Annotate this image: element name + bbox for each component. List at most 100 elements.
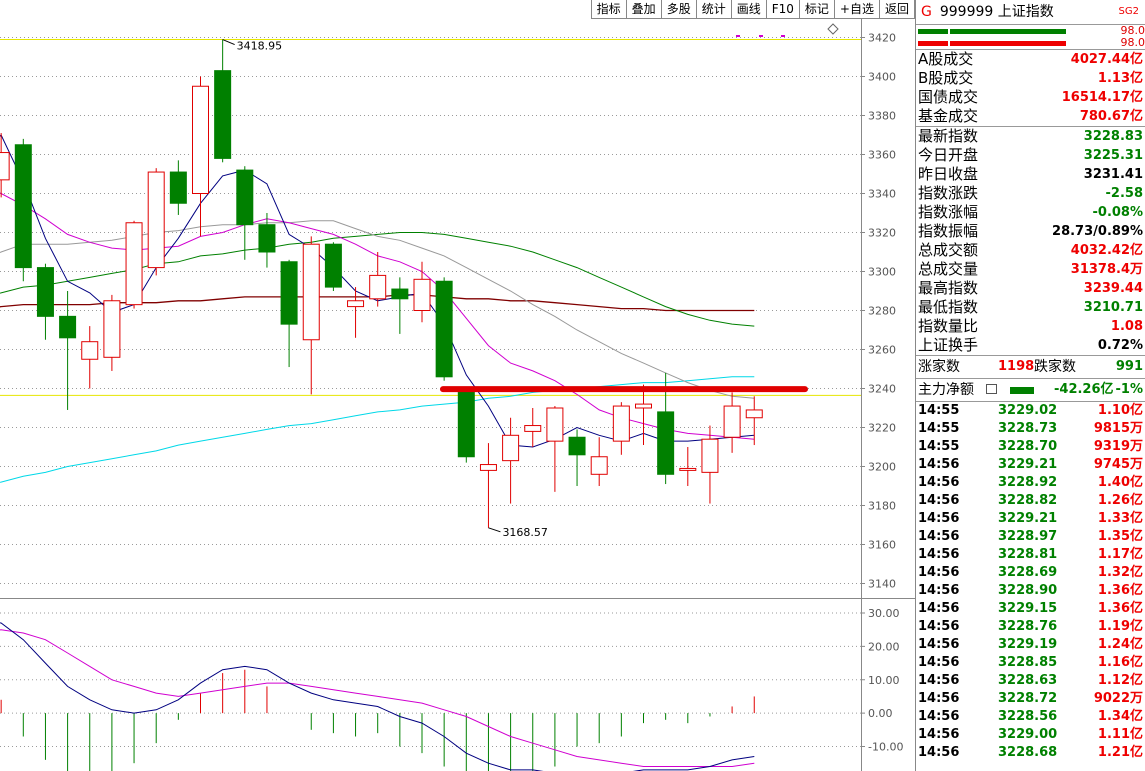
tick-volume: 1.35亿 <box>1097 529 1143 544</box>
stat-row: 指数涨跌 -2.58 <box>916 184 1145 203</box>
volume-label: B股成交 <box>918 69 974 87</box>
tick-row: 14:56 3228.72 9022万 <box>916 690 1145 708</box>
stat-value: 4032.42亿 <box>1070 243 1143 258</box>
tick-price: 3228.70 <box>998 439 1058 454</box>
stat-row: 总成交额 4032.42亿 <box>916 241 1145 260</box>
main-flow-label: 主力净额 <box>918 382 974 398</box>
candle-body <box>14 144 32 269</box>
toolbar-overlay-button[interactable]: 叠加 <box>627 0 662 18</box>
stat-row: 最低指数 3210.71 <box>916 298 1145 317</box>
index-title: 999999 上证指数 <box>939 4 1054 20</box>
toolbar-draw-button[interactable]: 画线 <box>732 0 767 18</box>
tick-time: 14:56 <box>918 709 960 724</box>
stat-label: 上证换手 <box>918 336 979 354</box>
tick-row: 14:56 3228.81 1.17亿 <box>916 546 1145 564</box>
y-tick-label: 3260 <box>868 344 896 357</box>
volume-label: A股成交 <box>918 50 974 68</box>
ratio-bar-2: 98.0 <box>916 37 1145 49</box>
advance-label: 涨家数 <box>918 359 960 375</box>
indicator-dea-line <box>0 629 755 767</box>
kline-chart-area[interactable]: 3420 3400 3380 3360 3340 3320 3300 3280 3260 3240… <box>0 0 915 771</box>
tick-volume: 1.24亿 <box>1097 637 1143 652</box>
candle-body <box>679 467 697 471</box>
candle-body <box>258 224 276 253</box>
sg-badge: SG2 <box>1118 6 1139 17</box>
tick-row: 14:56 3229.19 1.24亿 <box>916 636 1145 654</box>
y-tick-label: 3300 <box>868 266 896 279</box>
tick-time: 14:56 <box>918 511 960 526</box>
main-flow-value: -42.26亿 <box>1054 382 1114 397</box>
low-annotation-arrow <box>488 527 501 533</box>
kline-chart[interactable]: 3420 3400 3380 3360 3340 3320 3300 3280 3260 3240… <box>0 0 915 771</box>
candle-body <box>590 456 608 475</box>
ratio-bar-2-seg-b <box>950 41 1066 46</box>
volume-row: A股成交 4027.44亿 <box>916 50 1145 69</box>
toolbar-indicator-button[interactable]: 指标 <box>592 0 627 18</box>
tick-row: 14:56 3229.15 1.36亿 <box>916 600 1145 618</box>
candle-body <box>192 85 209 194</box>
indicator-tick-label: 0.00 <box>868 707 893 720</box>
low-label: 3168.57 <box>502 526 548 539</box>
candle-body <box>369 274 387 300</box>
tick-price: 3229.15 <box>998 601 1058 616</box>
stat-label: 指数振幅 <box>918 222 979 240</box>
advance-decline: 涨家数 1198 跌家数 991 <box>916 355 1145 379</box>
tick-time: 14:55 <box>918 439 960 454</box>
tick-row: 14:56 3229.00 1.11亿 <box>916 726 1145 744</box>
y-tick-label: 3420 <box>868 32 896 45</box>
volume-value: 1.13亿 <box>1097 71 1143 86</box>
candle-body <box>457 389 475 458</box>
ratio-bar-1-seg-b <box>950 29 1066 34</box>
toolbar-back-button[interactable]: 返回 <box>880 0 915 18</box>
high-annotation-arrow <box>222 39 235 46</box>
tick-volume: 1.36亿 <box>1097 583 1143 598</box>
tick-row: 14:56 3228.82 1.26亿 <box>916 492 1145 510</box>
candle-body <box>502 434 520 462</box>
candle-body <box>635 403 652 409</box>
tick-time: 14:55 <box>918 403 960 418</box>
list-icon[interactable] <box>986 384 997 394</box>
stat-row: 指数涨幅 -0.08% <box>916 203 1145 222</box>
tick-price: 3228.73 <box>998 421 1058 436</box>
toolbar-f10-button[interactable]: F10 <box>767 0 800 18</box>
ma-cyan-line <box>0 376 755 483</box>
y-tick-label: 3340 <box>868 188 896 201</box>
tick-volume: 1.21亿 <box>1097 745 1143 760</box>
volume-value: 4027.44亿 <box>1070 52 1143 67</box>
candle-body <box>745 409 763 419</box>
stat-row: 最高指数 3239.44 <box>916 279 1145 298</box>
tick-time: 14:56 <box>918 619 960 634</box>
tick-price: 3228.92 <box>998 475 1058 490</box>
panel-header: G 999999 上证指数 SG2 <box>916 0 1145 25</box>
tick-price: 3229.00 <box>998 727 1058 742</box>
toolbar-mark-button[interactable]: 标记 <box>800 0 835 18</box>
tick-price: 3228.85 <box>998 655 1058 670</box>
y-tick-label: 3320 <box>868 227 896 240</box>
stat-value: 28.73/0.89% <box>1052 224 1143 239</box>
tick-time: 14:56 <box>918 637 960 652</box>
candle-body <box>103 300 121 358</box>
main-flow-bar <box>1010 387 1034 394</box>
toolbar-multistock-button[interactable]: 多股 <box>662 0 697 18</box>
stat-value: 3239.44 <box>1083 281 1143 296</box>
tick-price: 3229.21 <box>998 511 1058 526</box>
main-flow-pct: -1% <box>1115 382 1143 397</box>
tick-volume: 1.33亿 <box>1097 511 1143 526</box>
y-tick-label: 3200 <box>868 461 896 474</box>
toolbar-stats-button[interactable]: 统计 <box>697 0 732 18</box>
toolbar-add-watchlist-button[interactable]: +自选 <box>835 0 880 18</box>
stat-value: 3225.31 <box>1083 148 1143 163</box>
candle-body <box>435 280 453 378</box>
tick-time: 14:56 <box>918 691 960 706</box>
stat-row: 昨日收盘 3231.41 <box>916 165 1145 184</box>
tick-list[interactable]: 14:55 3229.02 1.10亿 14:55 3228.73 9815万 14:55 3… <box>916 402 1145 762</box>
y-tick-label: 3240 <box>868 383 896 396</box>
diamond-icon <box>827 23 839 35</box>
stat-label: 今日开盘 <box>918 146 979 164</box>
tick-price: 3228.97 <box>998 529 1058 544</box>
stat-row: 总成交量 31378.4万 <box>916 260 1145 279</box>
y-tick-label: 3160 <box>868 539 896 552</box>
candle-body <box>612 405 630 442</box>
high-label: 3418.95 <box>237 40 283 53</box>
tick-time: 14:56 <box>918 745 960 760</box>
